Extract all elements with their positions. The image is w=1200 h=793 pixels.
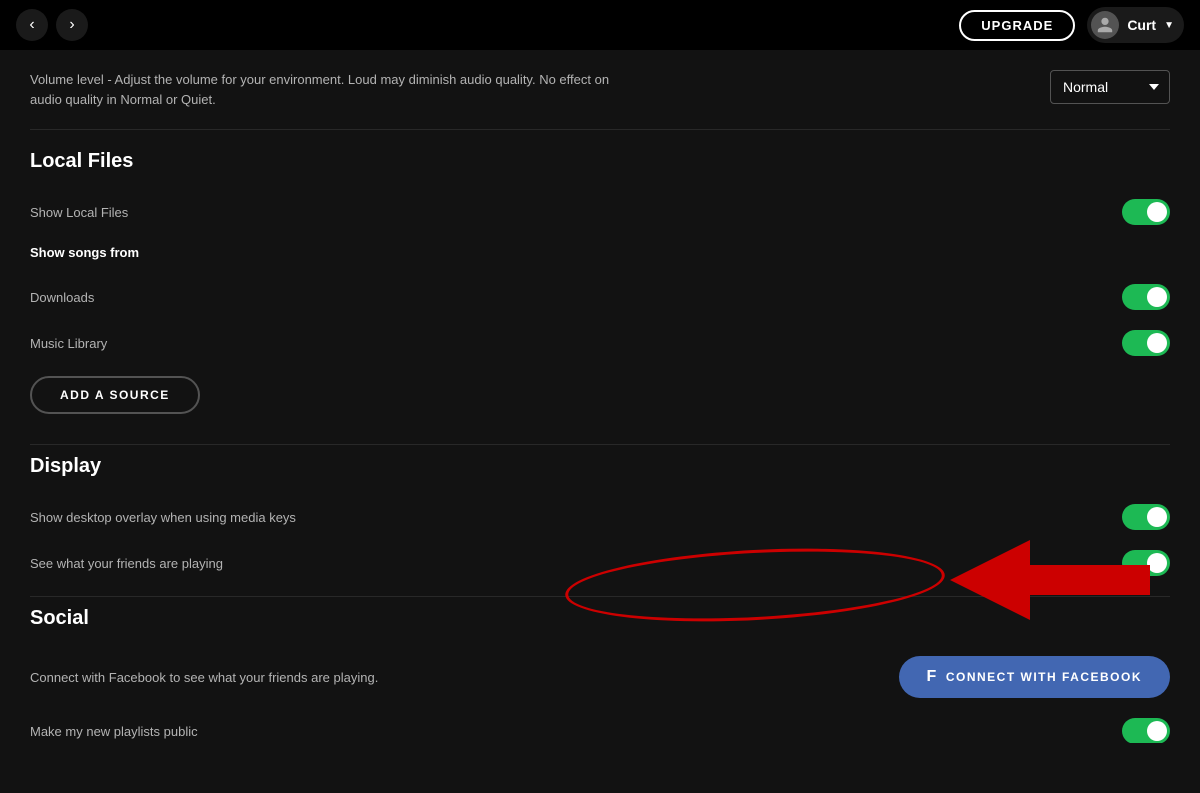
avatar	[1091, 11, 1119, 39]
forward-button[interactable]: ›	[56, 9, 88, 41]
user-menu[interactable]: Curt ▼	[1087, 7, 1184, 43]
connect-with-facebook-button[interactable]: f CONNECT WITH FACEBOOK	[899, 656, 1170, 698]
downloads-slider	[1122, 284, 1170, 310]
main-content: Volume level - Adjust the volume for you…	[0, 50, 1200, 743]
music-library-label: Music Library	[30, 336, 107, 351]
top-right-controls: UPGRADE Curt ▼	[959, 7, 1184, 43]
downloads-label: Downloads	[30, 290, 94, 305]
volume-select[interactable]: Quiet Normal Loud	[1050, 70, 1170, 104]
facebook-icon: f	[927, 668, 938, 686]
downloads-toggle[interactable]	[1122, 284, 1170, 310]
facebook-description: Connect with Facebook to see what your f…	[30, 670, 378, 685]
overlay-toggle[interactable]	[1122, 504, 1170, 530]
user-name-label: Curt	[1127, 17, 1156, 33]
friends-playing-slider	[1122, 550, 1170, 576]
add-source-button[interactable]: ADD A SOURCE	[30, 376, 200, 414]
overlay-slider	[1122, 504, 1170, 530]
volume-section: Volume level - Adjust the volume for you…	[30, 70, 1170, 130]
social-section: Social Connect with Facebook to see what…	[30, 607, 1170, 743]
downloads-row: Downloads	[30, 274, 1170, 320]
display-section: Display Show desktop overlay when using …	[30, 455, 1170, 586]
local-files-section: Local Files Show Local Files Show songs …	[30, 150, 1170, 434]
top-bar: ‹ › UPGRADE Curt ▼	[0, 0, 1200, 50]
show-local-files-label: Show Local Files	[30, 205, 128, 220]
chevron-down-icon: ▼	[1164, 20, 1174, 31]
playlists-public-toggle[interactable]	[1122, 718, 1170, 743]
show-local-files-toggle[interactable]	[1122, 199, 1170, 225]
show-songs-from-label: Show songs from	[30, 245, 139, 260]
back-button[interactable]: ‹	[16, 9, 48, 41]
show-local-files-slider	[1122, 199, 1170, 225]
friends-playing-row: See what your friends are playing	[30, 540, 1170, 586]
nav-buttons: ‹ ›	[16, 9, 88, 41]
overlay-row: Show desktop overlay when using media ke…	[30, 494, 1170, 540]
overlay-label: Show desktop overlay when using media ke…	[30, 510, 296, 525]
divider-2	[30, 596, 1170, 597]
music-library-slider	[1122, 330, 1170, 356]
upgrade-button[interactable]: UPGRADE	[959, 10, 1075, 41]
playlists-public-label: Make my new playlists public	[30, 724, 198, 739]
music-library-toggle[interactable]	[1122, 330, 1170, 356]
volume-description: Volume level - Adjust the volume for you…	[30, 70, 610, 109]
divider-1	[30, 444, 1170, 445]
friends-playing-toggle[interactable]	[1122, 550, 1170, 576]
social-title: Social	[30, 607, 1170, 630]
local-files-title: Local Files	[30, 150, 1170, 173]
display-title: Display	[30, 455, 1170, 478]
music-library-row: Music Library	[30, 320, 1170, 366]
show-songs-from-row: Show songs from	[30, 235, 1170, 274]
facebook-connect-row: Connect with Facebook to see what your f…	[30, 646, 1170, 708]
friends-playing-label: See what your friends are playing	[30, 556, 223, 571]
facebook-button-label: CONNECT WITH FACEBOOK	[946, 670, 1142, 684]
playlists-public-slider	[1122, 718, 1170, 743]
show-local-files-row: Show Local Files	[30, 189, 1170, 235]
playlists-public-row: Make my new playlists public	[30, 708, 1170, 743]
